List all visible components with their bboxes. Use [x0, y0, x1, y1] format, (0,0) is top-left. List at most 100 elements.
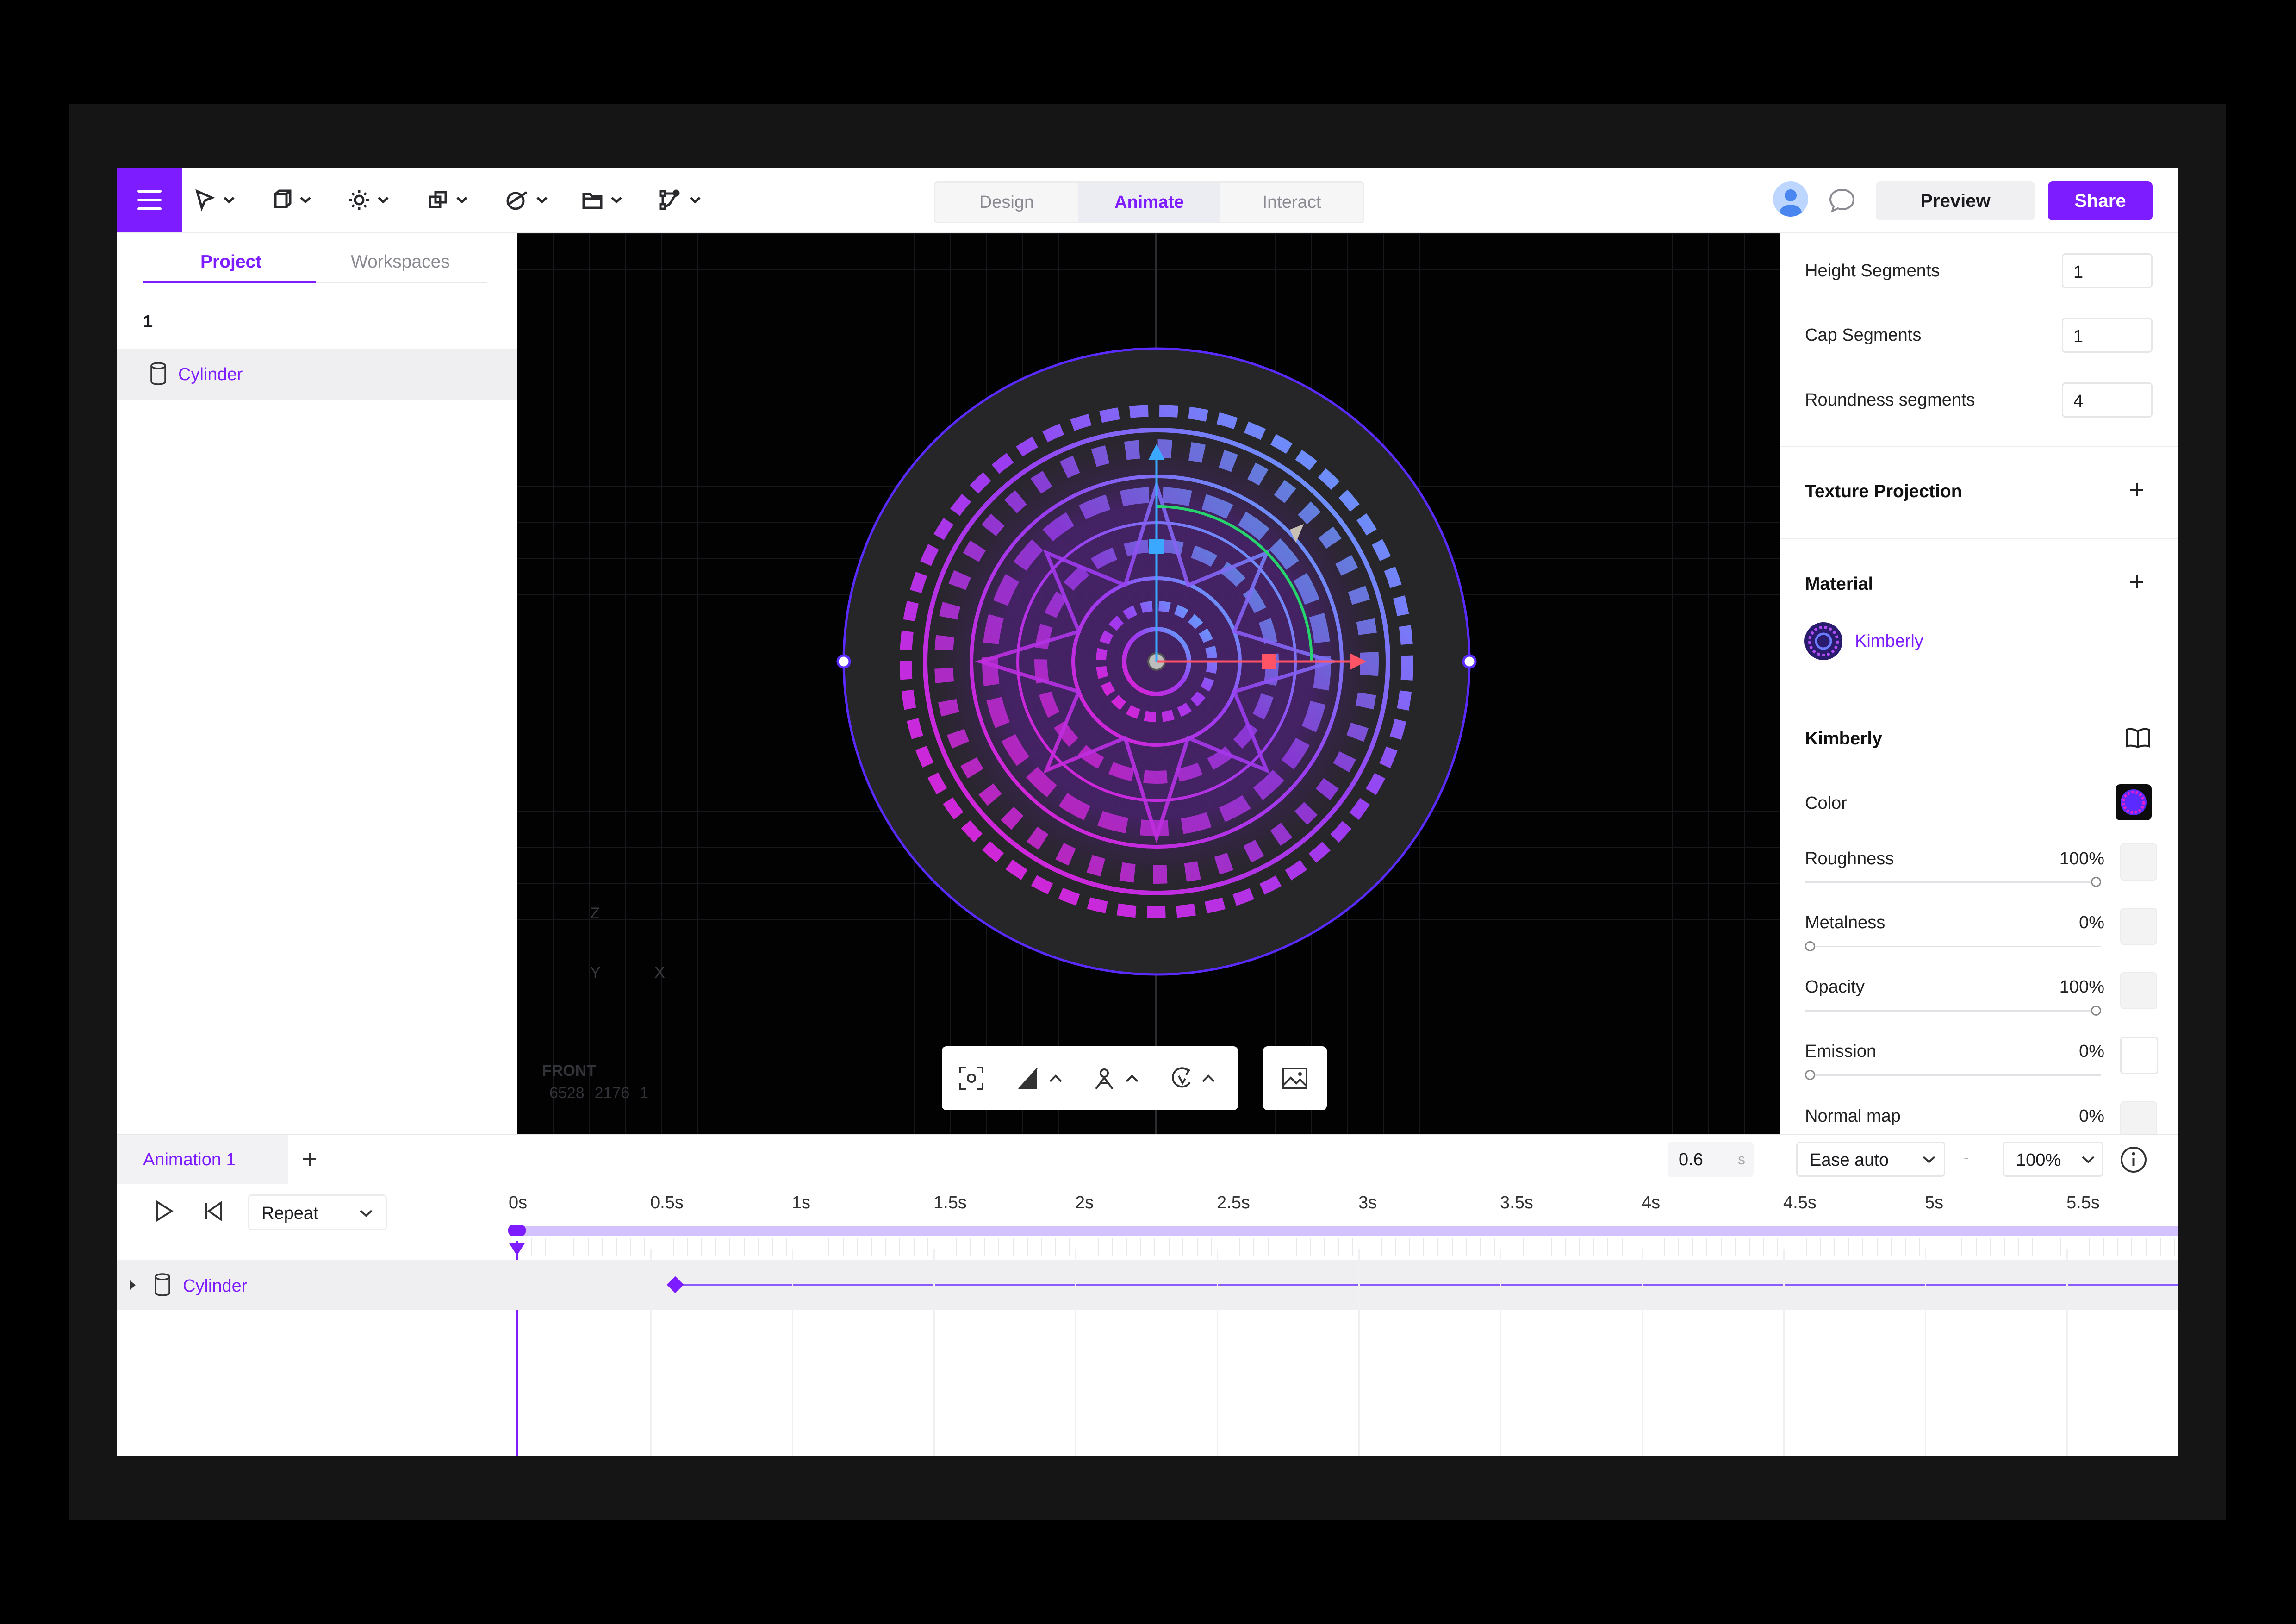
tab-workspaces[interactable]: Workspaces [351, 252, 450, 272]
roughness-slider-knob[interactable] [2091, 877, 2101, 887]
shading-icon[interactable] [1016, 1065, 1067, 1092]
opacity-slider[interactable] [1805, 1010, 2101, 1012]
ruler-minor-tick [1522, 1238, 1524, 1256]
play-icon[interactable] [150, 1198, 176, 1224]
share-button[interactable]: Share [2048, 181, 2153, 220]
cylinder-icon [155, 1273, 170, 1296]
render-image-button[interactable] [1263, 1046, 1327, 1110]
ruler-minor-tick [1891, 1238, 1892, 1256]
orbit-icon[interactable] [1169, 1065, 1220, 1092]
animation-tab[interactable]: Animation 1 [117, 1135, 288, 1184]
select-tool-button[interactable] [193, 184, 235, 216]
mesh-stats: 6528 2176 1 [549, 1084, 648, 1102]
library-tool-button[interactable] [581, 184, 622, 216]
list-item-cylinder[interactable]: Cylinder [117, 349, 517, 400]
metalness-slider-knob[interactable] [1805, 941, 1815, 951]
object-tool-button[interactable] [270, 184, 311, 216]
loop-mode-select[interactable]: Repeat [248, 1194, 387, 1230]
ruler-minor-tick [1112, 1238, 1113, 1256]
height-segments-input[interactable]: 1 [2062, 253, 2153, 288]
ruler-minor-tick [743, 1238, 745, 1256]
path-tool-button[interactable] [658, 184, 701, 216]
info-icon[interactable] [2119, 1145, 2148, 1174]
add-animation-icon[interactable] [299, 1149, 320, 1169]
ruler-minor-tick [842, 1238, 844, 1256]
ruler-minor-tick [1055, 1238, 1056, 1256]
image-icon [1282, 1068, 1307, 1089]
book-icon[interactable] [2124, 726, 2152, 749]
3d-viewport[interactable]: Z Y X FRONT 6528 2176 1 [517, 233, 1780, 1134]
focus-icon[interactable] [958, 1065, 985, 1092]
radius-handle-left[interactable] [836, 654, 851, 669]
ease-separator: - [1964, 1149, 1969, 1167]
speed-select[interactable]: 100% [2003, 1142, 2103, 1177]
ruler-minor-tick [1919, 1238, 1920, 1256]
duration-unit: s [1738, 1151, 1745, 1168]
comment-icon[interactable] [1828, 187, 1856, 214]
skip-to-start-icon[interactable] [200, 1198, 226, 1224]
ruler-minor-tick [1451, 1238, 1453, 1256]
color-swatch[interactable] [2116, 784, 2152, 820]
material-tool-button[interactable] [504, 184, 548, 216]
duration-input[interactable]: 0.6 s [1668, 1142, 1754, 1177]
opacity-map-swatch[interactable] [2120, 972, 2157, 1009]
divider [1780, 446, 2178, 447]
ruler-minor-tick [602, 1238, 603, 1256]
emission-slider[interactable] [1805, 1074, 2101, 1076]
ruler-minor-tick [672, 1238, 674, 1256]
metalness-slider[interactable] [1805, 946, 2101, 947]
material-item-kimberly[interactable]: Kimberly [1780, 613, 2178, 668]
tab-design[interactable]: Design [935, 183, 1078, 222]
view-name: FRONT [542, 1062, 597, 1080]
roundness-segments-label: Roundness segments [1805, 390, 1975, 410]
emission-color-swatch[interactable] [2120, 1037, 2158, 1074]
ruler-minor-tick [913, 1238, 915, 1256]
axis-label-y: Y [590, 964, 601, 981]
boolean-tool-button[interactable] [426, 184, 468, 216]
keyframe[interactable] [666, 1276, 684, 1293]
ruler-minor-tick [1041, 1238, 1042, 1256]
ruler-minor-tick [1692, 1238, 1693, 1256]
range-start-handle[interactable] [508, 1225, 526, 1236]
speed-value: 100% [2016, 1150, 2061, 1170]
avatar[interactable] [1773, 181, 1808, 217]
roughness-map-swatch[interactable] [2120, 843, 2157, 881]
ruler-minor-tick [2131, 1238, 2133, 1256]
ruler-minor-tick [1409, 1238, 1410, 1256]
axis-label-x: X [654, 964, 665, 981]
track-row-cylinder[interactable]: Cylinder [117, 1260, 2178, 1310]
ruler-minor-tick [1494, 1238, 1495, 1256]
add-material-icon[interactable] [2128, 573, 2146, 591]
ruler-tick-label: 3s [1358, 1193, 1377, 1212]
cap-segments-input[interactable]: 1 [2062, 318, 2153, 353]
preview-button[interactable]: Preview [1876, 181, 2035, 220]
hamburger-menu-button[interactable] [117, 168, 182, 232]
light-tool-button[interactable] [348, 184, 389, 216]
ruler-minor-tick [984, 1238, 985, 1256]
add-texture-projection-icon[interactable] [2128, 481, 2146, 499]
group-label: 1 [143, 312, 153, 331]
loop-mode-value: Repeat [261, 1204, 318, 1223]
tab-interact[interactable]: Interact [1220, 183, 1363, 222]
opacity-slider-knob[interactable] [2091, 1006, 2101, 1016]
timeline-gridline [1642, 1249, 1643, 1456]
ruler-minor-tick [1848, 1238, 1849, 1256]
metalness-map-swatch[interactable] [2120, 908, 2157, 945]
tab-project[interactable]: Project [200, 252, 261, 272]
camera-path-icon[interactable] [1092, 1065, 1143, 1092]
roundness-segments-input[interactable]: 4 [2062, 382, 2153, 418]
ruler-minor-tick [2103, 1238, 2104, 1256]
normal-map-swatch[interactable] [2120, 1101, 2157, 1134]
tab-underline [316, 282, 487, 283]
active-tab-underline [143, 281, 316, 283]
roughness-slider[interactable] [1805, 881, 2101, 883]
tab-animate[interactable]: Animate [1078, 183, 1220, 222]
radius-handle-right[interactable] [1462, 654, 1477, 669]
emission-slider-knob[interactable] [1805, 1070, 1815, 1080]
animation-range-bar[interactable] [513, 1226, 2178, 1236]
expand-caret-icon[interactable] [126, 1278, 139, 1293]
ruler-minor-tick [2174, 1238, 2175, 1256]
ruler-minor-tick [1395, 1238, 1396, 1256]
ease-select[interactable]: Ease auto [1796, 1142, 1945, 1177]
color-preview-icon [2121, 789, 2147, 815]
